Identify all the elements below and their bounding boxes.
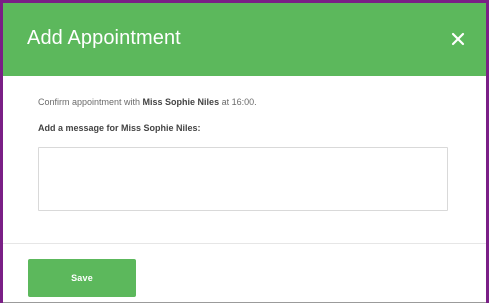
close-button[interactable] (448, 29, 468, 49)
message-label: Add a message for Miss Sophie Niles: (38, 123, 201, 133)
confirm-mid: at (219, 97, 232, 107)
message-textarea[interactable] (38, 147, 448, 211)
modal-header: Add Appointment (3, 3, 486, 76)
modal-body: Confirm appointment with Miss Sophie Nil… (3, 76, 486, 241)
confirmation-text: Confirm appointment with Miss Sophie Nil… (38, 95, 462, 109)
confirm-suffix: . (254, 97, 257, 107)
modal-frame: Add Appointment Confirm appointment with… (0, 0, 489, 303)
save-button[interactable]: Save (28, 259, 136, 297)
appointment-time: 16:00 (231, 97, 255, 107)
modal-title: Add Appointment (27, 27, 181, 49)
confirm-prefix: Confirm appointment with (38, 97, 143, 107)
modal-footer: Save (3, 244, 486, 303)
patient-name: Miss Sophie Niles (142, 97, 220, 107)
close-icon (451, 32, 465, 46)
